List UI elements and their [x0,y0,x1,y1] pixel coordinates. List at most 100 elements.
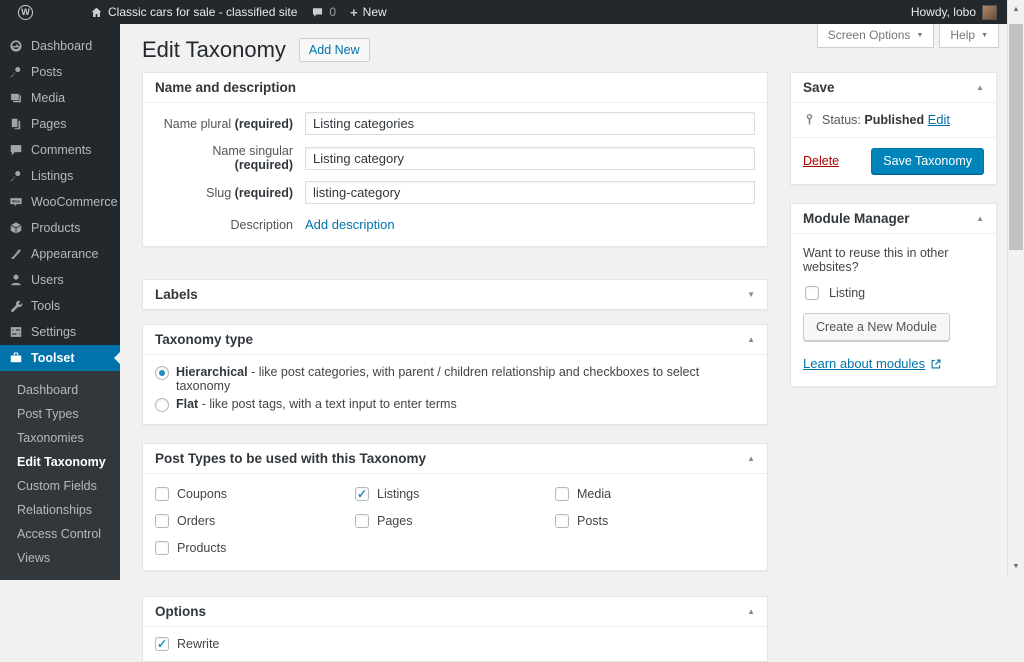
help-button[interactable]: Help ▼ [939,24,999,48]
comments-icon [9,143,23,157]
name-plural-input[interactable] [305,112,755,135]
slug-input[interactable] [305,181,755,204]
comment-bubble-icon [311,6,324,19]
rewrite-checkbox[interactable]: ✓ [155,637,169,651]
sidebar-item-products[interactable]: Products [0,215,120,241]
sidebar-label: Tools [31,299,60,313]
sidebar-item-listings[interactable]: Listings [0,163,120,189]
learn-about-modules-link[interactable]: Learn about modules [803,356,925,371]
howdy-text: Howdy, lobo [911,5,976,19]
collapse-up-icon[interactable]: ▲ [976,214,984,223]
sidebar-label: Comments [31,143,91,157]
delete-link[interactable]: Delete [803,154,839,168]
submenu-access-control[interactable]: Access Control [0,522,120,546]
create-module-button[interactable]: Create a New Module [803,313,950,341]
products-checkbox[interactable] [155,541,169,555]
add-description-link[interactable]: Add description [305,217,395,232]
module-listing-checkbox[interactable] [805,286,819,300]
save-taxonomy-button[interactable]: Save Taxonomy [871,148,984,174]
slug-row: Slug (required) [155,181,755,204]
name-description-header[interactable]: Name and description [143,73,767,103]
sidebar-item-appearance[interactable]: Appearance [0,241,120,267]
submenu-edit-taxonomy[interactable]: Edit Taxonomy [0,450,120,474]
submenu-post-types[interactable]: Post Types [0,402,120,426]
hierarchical-option: Hierarchical - like post categories, wit… [143,363,767,395]
sidebar-item-dashboard[interactable]: Dashboard [0,33,120,59]
panel-title: Module Manager [803,211,910,226]
user-avatar [982,5,997,20]
new-content-button[interactable]: + New [343,0,394,24]
wrench-icon [9,299,23,313]
comments-adminbar-link[interactable]: 0 [304,0,343,24]
posttype-orders: Orders [155,514,355,528]
toolset-submenu: Dashboard Post Types Taxonomies Edit Tax… [0,371,120,580]
account-menu[interactable]: Howdy, lobo [911,5,1007,20]
module-question: Want to reuse this in other websites? [803,246,984,274]
labels-header[interactable]: Labels ▼ [143,280,767,309]
post-types-panel: Post Types to be used with this Taxonomy… [142,443,768,571]
sidebar-item-media[interactable]: Media [0,85,120,111]
collapse-up-icon[interactable]: ▲ [747,335,755,344]
pages-checkbox[interactable] [355,514,369,528]
name-plural-row: Name plural (required) [155,112,755,135]
flat-radio[interactable] [155,398,169,412]
home-icon [90,6,103,19]
sidebar-item-posts[interactable]: Posts [0,59,120,85]
collapse-up-icon[interactable]: ▲ [747,607,755,616]
coupons-checkbox[interactable] [155,487,169,501]
main-content: Screen Options ▼ Help ▼ Edit Taxonomy Ad… [120,24,1007,576]
post-types-header[interactable]: Post Types to be used with this Taxonomy… [143,444,767,474]
options-header[interactable]: Options ▲ [143,597,767,627]
panel-title: Options [155,604,206,619]
listings-checkbox[interactable]: ✓ [355,487,369,501]
posttype-listings: ✓ Listings [355,487,555,501]
submenu-relationships[interactable]: Relationships [0,498,120,522]
orders-checkbox[interactable] [155,514,169,528]
scrollbar-up-arrow[interactable]: ▲ [1008,6,1024,13]
site-title: Classic cars for sale - classified site [108,5,297,19]
status-pin-icon [803,113,816,126]
collapse-up-icon[interactable]: ▲ [976,83,984,92]
sidebar-item-comments[interactable]: Comments [0,137,120,163]
name-singular-input[interactable] [305,147,755,170]
sidebar-label: Media [31,91,65,105]
scrollbar-down-arrow[interactable]: ▼ [1008,563,1024,570]
posttype-pages: Pages [355,514,555,528]
hierarchical-radio[interactable] [155,366,169,380]
check-icon: ✓ [157,638,167,650]
collapse-up-icon[interactable]: ▲ [747,454,755,463]
wordpress-logo-icon[interactable]: W [18,5,33,20]
sidebar-item-toolset[interactable]: Toolset [0,345,120,371]
sidebar-item-tools[interactable]: Tools [0,293,120,319]
options-panel: Options ▲ ✓ Rewrite [142,596,768,662]
sidebar-label: Toolset [31,351,75,365]
posts-checkbox[interactable] [555,514,569,528]
taxonomy-type-header[interactable]: Taxonomy type ▲ [143,325,767,355]
save-header[interactable]: Save ▲ [791,73,996,103]
sidebar-item-pages[interactable]: Pages [0,111,120,137]
sidebar-label: Listings [31,169,73,183]
posttype-products: Products [155,541,355,555]
site-name-link[interactable]: Classic cars for sale - classified site [83,0,304,24]
add-new-button[interactable]: Add New [299,38,370,62]
toolset-briefcase-icon [9,351,23,365]
sidebar-item-settings[interactable]: Settings [0,319,120,345]
edit-status-link[interactable]: Edit [928,112,950,127]
screen-options-button[interactable]: Screen Options ▼ [817,24,935,48]
name-description-panel: Name and description Name plural (requir… [142,72,768,247]
sidebar-label: Appearance [31,247,98,261]
module-manager-panel: Module Manager ▲ Want to reuse this in o… [790,203,997,387]
sidebar-item-woocommerce[interactable]: Woo WooCommerce [0,189,120,215]
submenu-dashboard[interactable]: Dashboard [0,378,120,402]
check-icon: ✓ [357,488,367,500]
scrollbar-thumb[interactable] [1009,24,1023,250]
module-manager-header[interactable]: Module Manager ▲ [791,204,996,234]
window-scrollbar[interactable]: ▲ ▼ [1007,0,1024,576]
submenu-views[interactable]: Views [0,546,120,570]
sidebar-item-users[interactable]: Users [0,267,120,293]
media-checkbox[interactable] [555,487,569,501]
submenu-taxonomies[interactable]: Taxonomies [0,426,120,450]
submenu-custom-fields[interactable]: Custom Fields [0,474,120,498]
description-row: Description Add description [155,217,755,232]
collapse-down-icon[interactable]: ▼ [747,290,755,299]
